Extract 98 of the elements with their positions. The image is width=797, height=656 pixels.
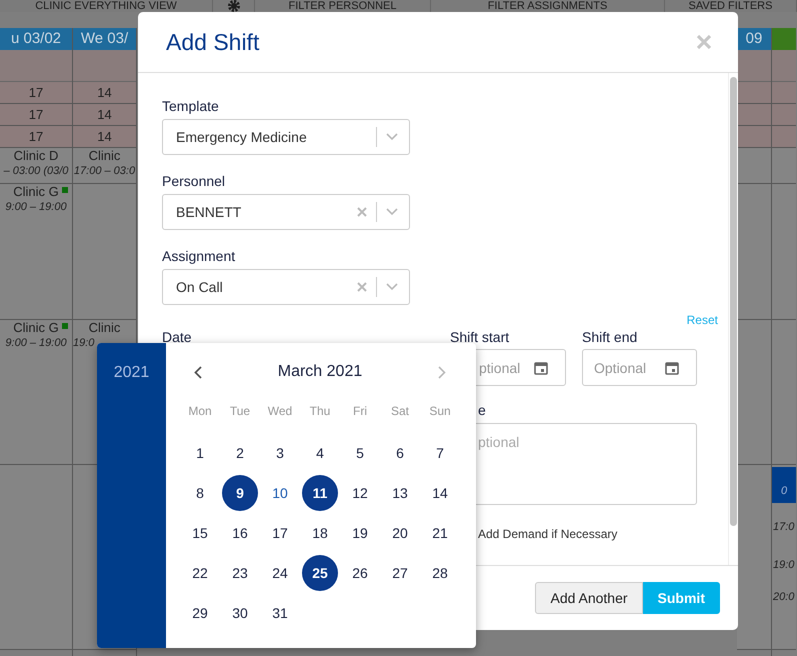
grid-cell — [737, 50, 771, 82]
calendar-day[interactable]: 23 — [222, 555, 258, 591]
add-another-button[interactable]: Add Another — [535, 582, 643, 614]
calendar-day[interactable]: 1 — [182, 435, 218, 471]
count-cell: 14 — [73, 126, 136, 148]
calendar-day[interactable]: 10 — [262, 475, 298, 511]
calendar-day[interactable]: 28 — [422, 555, 458, 591]
weekday-label: Fri — [352, 403, 368, 420]
field-label: Template — [162, 97, 220, 116]
calendar-day[interactable]: 20 — [382, 515, 418, 551]
calendar-day[interactable]: 18 — [302, 515, 338, 551]
calendar-day[interactable]: 26 — [342, 555, 378, 591]
weekday-label: Sun — [428, 403, 452, 420]
calendar-day[interactable]: 30 — [222, 595, 258, 631]
year-label[interactable]: 2021 — [114, 364, 150, 381]
calendar-icon — [665, 361, 679, 375]
shift-time: 9:00 – 19:00 — [4, 200, 68, 214]
month-label: March 2021 — [278, 362, 362, 382]
field-label: Shift start — [450, 328, 510, 347]
field-label: Personnel — [162, 172, 226, 191]
count-cell: 14 — [73, 82, 136, 104]
toolbar-button[interactable]: FILTER PERSONNEL — [288, 0, 396, 12]
shift-time: 19:0 — [772, 558, 796, 572]
chevron-icon — [386, 283, 398, 291]
shift-time: – 03:00 (03/0 — [2, 164, 70, 178]
calendar-day[interactable]: 11 — [302, 475, 338, 511]
time-field[interactable]: Optional — [582, 349, 697, 386]
count-cell: 17 — [0, 82, 72, 104]
count-cell: 17 — [0, 104, 72, 126]
shift-time: 9:00 – 19:00 — [4, 336, 68, 350]
grid-cell — [0, 50, 72, 82]
calendar-day[interactable]: 17 — [262, 515, 298, 551]
previous-icon[interactable] — [194, 366, 202, 378]
calendar-day[interactable]: 13 — [382, 475, 418, 511]
weekday-label: Sat — [390, 403, 410, 420]
shift-title: Clinic G — [12, 320, 60, 336]
calendar-day[interactable]: 12 — [342, 475, 378, 511]
calendar-icon — [534, 361, 548, 375]
day-header: 09 — [737, 28, 771, 50]
calendar-day[interactable]: 25 — [302, 555, 338, 591]
calendar-day[interactable]: 9 — [222, 475, 258, 511]
chevron-icon — [386, 133, 398, 141]
shift-title: Clinic — [88, 320, 122, 336]
clear-icon — [357, 207, 367, 217]
shift-time: 19:0 — [73, 336, 96, 350]
shift-title: Clinic G — [12, 184, 60, 200]
scrollbar-thumb[interactable] — [730, 77, 737, 526]
calendar-day[interactable]: 16 — [222, 515, 258, 551]
field-label: e — [477, 401, 486, 420]
toolbar-button[interactable]: SAVED FILTERS — [688, 0, 772, 12]
calendar-day[interactable]: 21 — [422, 515, 458, 551]
weekday-label: Tue — [228, 403, 252, 420]
settings-icon[interactable] — [226, 0, 240, 12]
shift-title: Clinic — [88, 148, 122, 164]
count-cell: 14 — [73, 104, 136, 126]
dialog-title: Add Shift — [166, 28, 260, 57]
calendar-day[interactable]: 22 — [182, 555, 218, 591]
day-header: u 03/02 — [0, 28, 72, 50]
field-label: Shift end — [582, 328, 638, 347]
shift-title: Clinic D — [12, 148, 60, 164]
field-label: Assignment — [162, 247, 236, 266]
clear-icon — [357, 282, 367, 292]
shift-time: 20:0 — [772, 590, 796, 604]
calendar-day[interactable]: 19 — [342, 515, 378, 551]
select-field[interactable]: On Call — [162, 269, 410, 305]
calendar-day[interactable]: 6 — [382, 435, 418, 471]
select-field[interactable]: BENNETT — [162, 194, 410, 230]
calendar-day[interactable]: 27 — [382, 555, 418, 591]
calendar-day[interactable]: 24 — [262, 555, 298, 591]
chevron-icon — [386, 208, 398, 216]
grid-cell — [73, 50, 136, 82]
weekday-label: Mon — [187, 403, 213, 420]
count-cell: 17 — [0, 126, 72, 148]
next-icon[interactable] — [438, 366, 446, 378]
view-menu[interactable]: CLINIC EVERYTHING VIEW — [35, 0, 177, 12]
calendar-day[interactable]: 8 — [182, 475, 218, 511]
calendar-day[interactable]: 3 — [262, 435, 298, 471]
select-field[interactable]: Emergency Medicine — [162, 119, 410, 155]
weekday-label: Wed — [266, 403, 294, 420]
shift-time: 17:00 – 03:0 — [73, 164, 136, 178]
day-header: We 03/ — [73, 28, 136, 50]
calendar-day[interactable]: 29 — [182, 595, 218, 631]
calendar-day[interactable]: 4 — [302, 435, 338, 471]
calendar-day[interactable]: 2 — [222, 435, 258, 471]
checkbox-label: Add Demand if Necessary — [477, 526, 618, 543]
shift-bar: 0 — [772, 467, 796, 503]
status-marker — [62, 323, 68, 329]
calendar-day[interactable]: 15 — [182, 515, 218, 551]
shift-time: 17:0 — [772, 520, 796, 534]
field-label: Date — [162, 328, 193, 347]
calendar-day[interactable]: 5 — [342, 435, 378, 471]
close-icon[interactable] — [696, 34, 712, 50]
calendar-day[interactable]: 31 — [262, 595, 298, 631]
status-marker — [62, 187, 68, 193]
weekday-label: Thu — [308, 403, 332, 420]
toolbar-button[interactable]: FILTER ASSIGNMENTS — [488, 0, 608, 12]
grid-cell — [772, 28, 796, 50]
grid-cell — [772, 50, 796, 82]
